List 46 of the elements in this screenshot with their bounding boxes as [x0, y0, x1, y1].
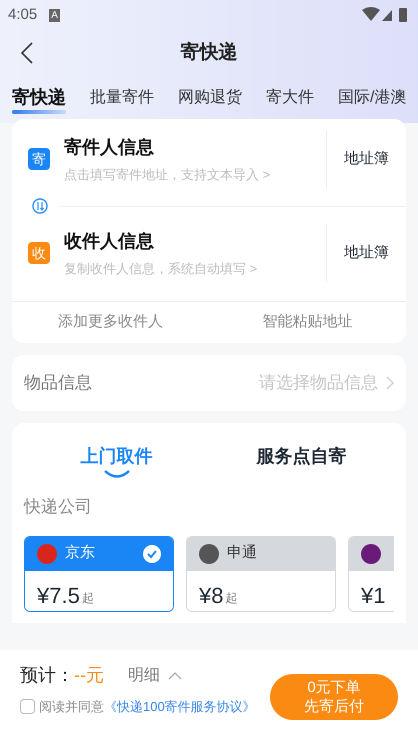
extra-action[interactable]: 智能粘贴地址	[209, 311, 406, 334]
party-badge: 收	[28, 242, 50, 264]
detail-button[interactable]: 明细	[128, 664, 182, 688]
agreement-link[interactable]: 《快递100寄件服务协议》	[104, 699, 256, 714]
carrier-price: ¥1	[361, 584, 386, 606]
address-book-link[interactable]: 地址簿	[344, 242, 389, 264]
method-tab[interactable]: 服务点自寄	[209, 443, 394, 478]
tab[interactable]: 寄快递	[12, 84, 66, 111]
tab[interactable]: 批量寄件	[90, 86, 154, 110]
caret-up-icon	[168, 672, 182, 680]
carrier-price: ¥7.5	[37, 584, 80, 606]
agree-checkbox[interactable]	[20, 699, 35, 714]
check-icon	[143, 544, 161, 562]
chevron-right-icon	[386, 376, 394, 390]
tab-indicator	[12, 110, 66, 114]
carrier-name: 申通	[227, 543, 257, 564]
estimate-value: --元	[74, 664, 104, 687]
tab[interactable]: 网购退货	[178, 86, 242, 110]
estimate-label: 预计：	[20, 664, 74, 687]
price-suffix: 起	[82, 590, 94, 606]
extra-action[interactable]: 添加更多收件人	[12, 311, 209, 334]
notification-icon: A	[49, 8, 60, 22]
party-title[interactable]: 收件人信息	[64, 228, 326, 255]
method-tab[interactable]: 上门取件	[24, 443, 209, 478]
party-badge: 寄	[28, 148, 50, 170]
tab[interactable]: 国际/港澳	[338, 86, 406, 110]
carrier-name: 京东	[65, 543, 95, 564]
goods-placeholder: 请选择物品信息	[259, 372, 378, 394]
smile-indicator	[104, 470, 130, 478]
carrier-card[interactable]: 京东 ¥7.5 起	[24, 536, 174, 612]
address-book-link[interactable]: 地址簿	[344, 148, 389, 170]
status-time: 4:05	[8, 4, 38, 25]
party-title[interactable]: 寄件人信息	[64, 134, 326, 161]
price-suffix: 起	[225, 590, 238, 606]
agreement-text: 阅读并同意《快递100寄件服务协议》	[39, 698, 256, 716]
back-icon[interactable]	[20, 42, 34, 64]
page-title: 寄快递	[180, 40, 238, 65]
swap-icon[interactable]	[32, 198, 48, 214]
status-icons	[362, 7, 410, 23]
goods-label: 物品信息	[24, 372, 92, 394]
carrier-price: ¥8	[199, 584, 224, 606]
section-label: 快递公司	[24, 496, 93, 518]
carrier-card[interactable]: 申通 ¥8 起	[186, 536, 336, 612]
tab[interactable]: 寄大件	[266, 86, 314, 110]
carrier-card[interactable]: ¥1	[348, 536, 394, 612]
goods-row[interactable]: 物品信息 请选择物品信息	[12, 355, 406, 411]
